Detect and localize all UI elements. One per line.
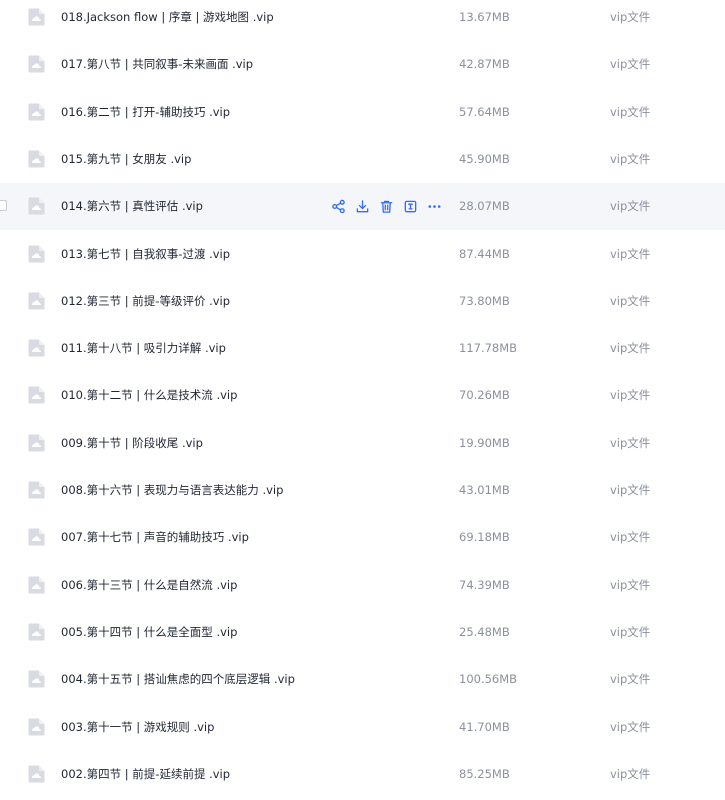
file-type: vip文件: [610, 530, 651, 545]
file-size: 117.78MB: [459, 341, 518, 356]
file-row[interactable]: 012.第三节 | 前提-等级评价 .vip 73.80MB vip文件: [0, 277, 725, 325]
file-size: 85.25MB: [459, 766, 510, 781]
file-type: vip文件: [610, 388, 651, 403]
share-icon: [331, 199, 346, 214]
delete-button[interactable]: [377, 197, 395, 215]
file-type: vip文件: [610, 199, 651, 214]
file-size: 45.90MB: [459, 151, 510, 166]
file-name-link[interactable]: 011.第十八节 | 吸引力详解 .vip: [61, 340, 226, 356]
row-actions: [329, 197, 443, 215]
file-size: 73.80MB: [459, 293, 510, 308]
file-row[interactable]: 002.第四节 | 前提-延续前提 .vip 85.25MB vip文件: [0, 750, 725, 798]
file-name-link[interactable]: 005.第十四节 | 什么是全面型 .vip: [61, 624, 237, 640]
file-icon: [28, 765, 45, 783]
file-type: vip文件: [610, 435, 651, 450]
file-name-link[interactable]: 015.第九节 | 女朋友 .vip: [61, 151, 191, 167]
file-row[interactable]: 007.第十七节 | 声音的辅助技巧 .vip 69.18MB vip文件: [0, 514, 725, 562]
file-icon: [28, 670, 45, 688]
file-type: vip文件: [610, 341, 651, 356]
file-size: 19.90MB: [459, 435, 510, 450]
share-button[interactable]: [329, 197, 347, 215]
more-button[interactable]: [425, 197, 443, 215]
file-size: 28.07MB: [459, 199, 510, 214]
file-type: vip文件: [610, 104, 651, 119]
row-checkbox[interactable]: [0, 200, 7, 212]
file-type: vip文件: [610, 672, 651, 687]
file-icon: [28, 150, 45, 168]
file-type: vip文件: [610, 766, 651, 781]
file-type: vip文件: [610, 719, 651, 734]
file-size: 70.26MB: [459, 388, 510, 403]
file-name-link[interactable]: 009.第十节 | 阶段收尾 .vip: [61, 435, 203, 451]
download-icon: [355, 199, 370, 214]
file-icon: [28, 434, 45, 452]
file-name-link[interactable]: 004.第十五节 | 搭讪焦虑的四个底层逻辑 .vip: [61, 671, 295, 687]
file-icon: [28, 245, 45, 263]
file-row[interactable]: 008.第十六节 | 表现力与语言表达能力 .vip 43.01MB vip文件: [0, 467, 725, 514]
file-type: vip文件: [610, 246, 651, 261]
file-row[interactable]: 018.Jackson flow | 序章 | 游戏地图 .vip 13.67MB…: [0, 0, 725, 41]
file-icon: [28, 623, 45, 641]
file-type: vip文件: [610, 151, 651, 166]
file-icon: [28, 528, 45, 546]
file-icon: [28, 576, 45, 594]
file-size: 87.44MB: [459, 246, 510, 261]
file-row[interactable]: 009.第十节 | 阶段收尾 .vip 19.90MB vip文件: [0, 419, 725, 467]
rename-icon: [403, 199, 418, 214]
file-name-link[interactable]: 008.第十六节 | 表现力与语言表达能力 .vip: [61, 482, 283, 498]
file-type: vip文件: [610, 10, 651, 24]
file-name-link[interactable]: 017.第八节 | 共同叙事-未来画面 .vip: [61, 56, 253, 72]
file-row[interactable]: 011.第十八节 | 吸引力详解 .vip 117.78MB vip文件: [0, 325, 725, 373]
file-name-link[interactable]: 007.第十七节 | 声音的辅助技巧 .vip: [61, 529, 249, 545]
file-row[interactable]: 003.第十一节 | 游戏规则 .vip 41.70MB vip文件: [0, 703, 725, 751]
file-name-link[interactable]: 012.第三节 | 前提-等级评价 .vip: [61, 293, 230, 309]
file-size: 41.70MB: [459, 719, 510, 734]
file-icon: [28, 718, 45, 736]
file-type: vip文件: [610, 483, 651, 497]
file-size: 43.01MB: [459, 483, 510, 497]
file-icon: [28, 339, 45, 357]
file-row[interactable]: 015.第九节 | 女朋友 .vip 45.90MB vip文件: [0, 135, 725, 183]
file-row[interactable]: 013.第七节 | 自我叙事-过渡 .vip 87.44MB vip文件: [0, 230, 725, 278]
file-row[interactable]: 017.第八节 | 共同叙事-未来画面 .vip 42.87MB vip文件: [0, 41, 725, 89]
file-size: 69.18MB: [459, 530, 510, 545]
file-name-link[interactable]: 018.Jackson flow | 序章 | 游戏地图 .vip: [61, 9, 274, 25]
file-name-link[interactable]: 013.第七节 | 自我叙事-过渡 .vip: [61, 246, 230, 262]
file-list: 018.Jackson flow | 序章 | 游戏地图 .vip 13.67MB…: [0, 0, 725, 800]
file-row[interactable]: 016.第二节 | 打开-辅助技巧 .vip 57.64MB vip文件: [0, 88, 725, 136]
file-icon: [28, 55, 45, 73]
file-icon: [28, 386, 45, 404]
file-type: vip文件: [610, 624, 651, 639]
file-row[interactable]: 006.第十三节 | 什么是自然流 .vip 74.39MB vip文件: [0, 561, 725, 609]
file-type: vip文件: [610, 293, 651, 308]
file-name-link[interactable]: 016.第二节 | 打开-辅助技巧 .vip: [61, 104, 230, 120]
file-size: 57.64MB: [459, 104, 510, 119]
rename-button[interactable]: [401, 197, 419, 215]
file-row[interactable]: 005.第十四节 | 什么是全面型 .vip 25.48MB vip文件: [0, 608, 725, 656]
file-icon: [28, 197, 45, 215]
file-size: 74.39MB: [459, 577, 510, 592]
file-icon: [28, 103, 45, 121]
file-name-link[interactable]: 006.第十三节 | 什么是自然流 .vip: [61, 577, 237, 593]
download-button[interactable]: [353, 197, 371, 215]
file-row[interactable]: 014.第六节 | 真性评估 .vip 28.07MB vip文件: [0, 183, 725, 231]
file-name-link[interactable]: 003.第十一节 | 游戏规则 .vip: [61, 719, 214, 735]
file-name-link[interactable]: 014.第六节 | 真性评估 .vip: [61, 198, 203, 214]
file-icon: [28, 8, 45, 26]
file-size: 100.56MB: [459, 672, 518, 687]
file-name-link[interactable]: 002.第四节 | 前提-延续前提 .vip: [61, 766, 230, 782]
file-row[interactable]: 010.第十二节 | 什么是技术流 .vip 70.26MB vip文件: [0, 372, 725, 420]
more-icon: [427, 199, 442, 214]
file-type: vip文件: [610, 577, 651, 592]
delete-icon: [379, 199, 394, 214]
file-icon: [28, 481, 45, 499]
file-row[interactable]: 004.第十五节 | 搭讪焦虑的四个底层逻辑 .vip 100.56MB vip文件: [0, 656, 725, 704]
file-size: 13.67MB: [459, 10, 510, 24]
file-size: 25.48MB: [459, 624, 510, 639]
file-size: 42.87MB: [459, 57, 510, 72]
file-icon: [28, 292, 45, 310]
file-name-link[interactable]: 010.第十二节 | 什么是技术流 .vip: [61, 387, 237, 403]
file-type: vip文件: [610, 57, 651, 72]
